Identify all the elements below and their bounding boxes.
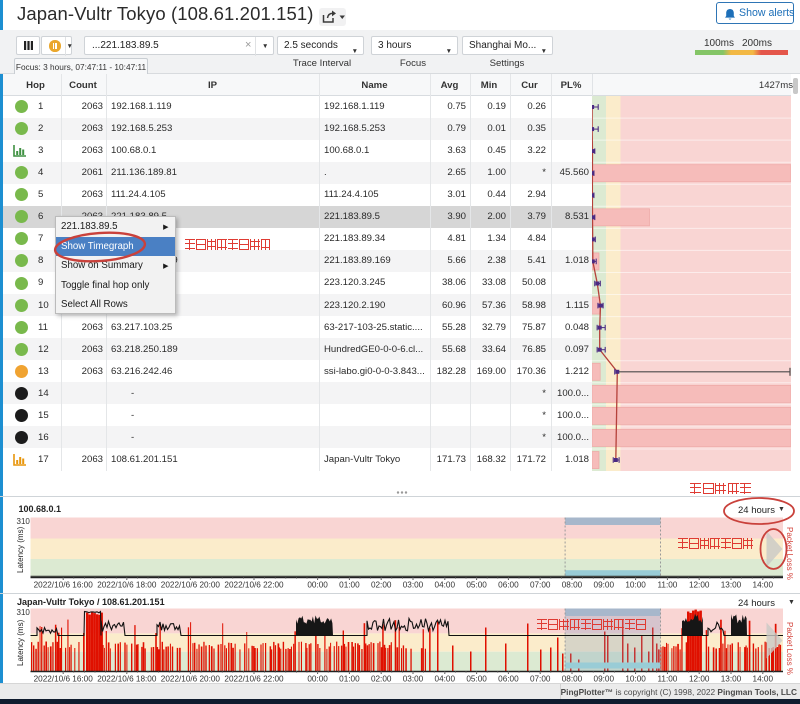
svg-text:11:00: 11:00 [657,581,677,590]
svg-text:2022/10/6 20:00: 2022/10/6 20:00 [161,675,221,683]
svg-text:13:00: 13:00 [721,675,742,683]
svg-text:03:00: 03:00 [403,581,424,590]
svg-text:04:00: 04:00 [435,581,456,590]
svg-text:03:00: 03:00 [403,675,424,683]
svg-text:13:00: 13:00 [721,581,742,590]
svg-text:00:00: 00:00 [307,581,328,590]
svg-text:05:00: 05:00 [466,581,487,590]
svg-text:00:00: 00:00 [307,675,328,683]
svg-text:02:00: 02:00 [371,581,392,590]
svg-text:07:00: 07:00 [530,581,551,590]
svg-text:14:00: 14:00 [753,581,774,590]
svg-text:09:00: 09:00 [594,581,615,590]
svg-text:2022/10/6 18:00: 2022/10/6 18:00 [97,675,157,683]
svg-text:2022/10/6 22:00: 2022/10/6 22:00 [224,675,284,683]
svg-text:05:00: 05:00 [466,675,487,683]
svg-text:01:00: 01:00 [339,675,360,683]
svg-text:10:00: 10:00 [625,675,646,683]
svg-text:11:00: 11:00 [657,675,677,683]
svg-text:02:00: 02:00 [371,675,392,683]
svg-text:06:00: 06:00 [498,675,519,683]
svg-text:12:00: 12:00 [689,675,710,683]
svg-text:01:00: 01:00 [339,581,360,590]
svg-text:07:00: 07:00 [530,675,551,683]
svg-text:04:00: 04:00 [435,675,456,683]
svg-text:08:00: 08:00 [562,675,583,683]
svg-text:10:00: 10:00 [625,581,646,590]
svg-text:2022/10/6 16:00: 2022/10/6 16:00 [34,581,94,590]
svg-text:2022/10/6 22:00: 2022/10/6 22:00 [224,581,284,590]
svg-text:09:00: 09:00 [594,675,615,683]
svg-text:2022/10/6 18:00: 2022/10/6 18:00 [97,581,157,590]
svg-text:14:00: 14:00 [753,675,774,683]
svg-text:06:00: 06:00 [498,581,519,590]
svg-text:2022/10/6 16:00: 2022/10/6 16:00 [34,675,94,683]
svg-text:08:00: 08:00 [562,581,583,590]
svg-text:12:00: 12:00 [689,581,710,590]
svg-text:2022/10/6 20:00: 2022/10/6 20:00 [161,581,221,590]
